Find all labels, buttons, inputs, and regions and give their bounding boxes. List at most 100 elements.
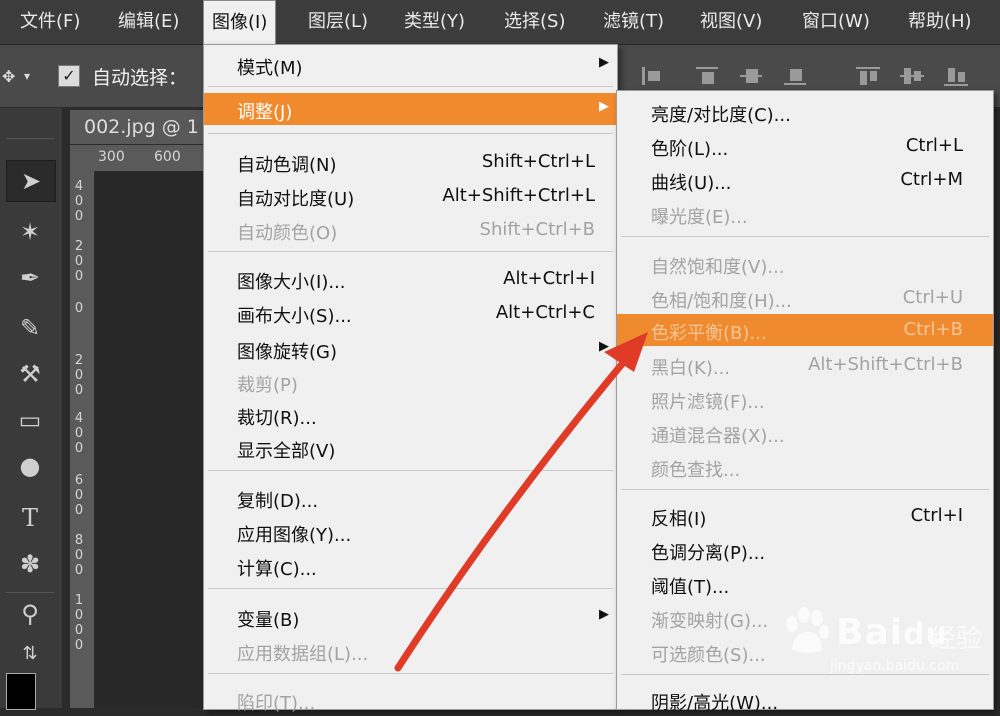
canvas-area[interactable]	[95, 171, 210, 708]
submenu-arrow-icon: ▶	[599, 339, 609, 354]
foreground-color-swatch[interactable]	[6, 673, 36, 710]
menu-view[interactable]: 视图(V)	[692, 0, 770, 44]
menu-item-label: 照片滤镜(F)...	[651, 392, 765, 413]
align-top-icon[interactable]	[856, 65, 880, 87]
menu-item-label: 模式(M)	[237, 58, 303, 79]
menu-divider	[208, 470, 613, 471]
align-vertical-center-icon[interactable]	[900, 65, 924, 87]
menu-item-label: 裁剪(P)	[237, 375, 298, 396]
baidu-paw-logo-icon	[786, 607, 829, 653]
distribute-center-icon[interactable]	[740, 65, 764, 87]
dodge-icon[interactable]: ●	[6, 446, 54, 486]
image-menu-mode[interactable]: 模式(M) ▶	[204, 49, 617, 81]
image-menu-apply-data-set: 应用数据组(L)...	[204, 635, 617, 667]
zoom-icon[interactable]: ⚲	[6, 594, 54, 634]
menu-item-label: 裁切(R)...	[237, 408, 317, 429]
baidu-watermark: Baidu 经验 jingyan.baidu.com	[770, 600, 990, 680]
magic-wand-icon[interactable]: ✶	[6, 212, 54, 252]
menu-item-label: 自动色调(N)	[237, 155, 337, 176]
ruler-tick-label: 0	[74, 383, 84, 398]
menu-item-shortcut: Ctrl+U	[902, 287, 963, 308]
chevron-down-icon[interactable]: ▾	[24, 69, 30, 83]
ruler-tick-label: 0	[74, 563, 84, 578]
submenu-arrow-icon: ▶	[599, 55, 609, 70]
image-menu-canvas-size[interactable]: 画布大小(S)... Alt+Ctrl+C	[204, 297, 617, 329]
menu-window[interactable]: 窗口(W)	[794, 0, 878, 44]
menu-type[interactable]: 类型(Y)	[396, 0, 473, 44]
menu-edit[interactable]: 编辑(E)	[110, 0, 187, 44]
adjust-color-lookup: 颜色查找...	[617, 451, 993, 483]
image-menu-calculations[interactable]: 计算(C)...	[204, 550, 617, 582]
ruler-tick-label: 2	[74, 353, 84, 368]
image-menu-image-size[interactable]: 图像大小(I)... Alt+Ctrl+I	[204, 263, 617, 295]
menu-item-shortcut: Ctrl+L	[905, 135, 963, 156]
image-menu-variables[interactable]: 变量(B) ▶	[204, 601, 617, 633]
adjust-brightness-contrast[interactable]: 亮度/对比度(C)...	[617, 96, 993, 128]
adjust-posterize[interactable]: 色调分离(P)...	[617, 534, 993, 566]
distribute-bottom-icon[interactable]	[784, 65, 808, 87]
align-bottom-icon[interactable]	[944, 65, 968, 87]
image-menu-adjustments[interactable]: 调整(J) ▶	[204, 93, 617, 125]
move-tool-icon[interactable]: ✥	[2, 67, 15, 86]
menu-item-label: 色彩平衡(B)...	[651, 323, 767, 344]
adjust-invert[interactable]: 反相(I) Ctrl+I	[617, 500, 993, 532]
auto-select-label: 自动选择：	[92, 67, 188, 89]
clone-stamp-icon[interactable]: ⚒	[6, 354, 54, 394]
menu-help[interactable]: 帮助(H)	[900, 0, 980, 44]
menu-item-shortcut: Alt+Ctrl+I	[503, 268, 595, 289]
image-menu-duplicate[interactable]: 复制(D)...	[204, 482, 617, 514]
menu-bar: 文件(F) 编辑(E) 图像(I) 图层(L) 类型(Y) 选择(S) 滤镜(T…	[0, 0, 1000, 45]
menu-item-label: 通道混合器(X)...	[651, 426, 785, 447]
ruler-tick-label: 0	[74, 301, 84, 316]
ruler-tick-label: 6	[74, 473, 84, 488]
shape-tool-icon[interactable]: ✽	[6, 544, 54, 584]
image-menu-apply-image[interactable]: 应用图像(Y)...	[204, 516, 617, 548]
menu-item-label: 复制(D)...	[237, 491, 319, 512]
adjust-black-white: 黑白(K)... Alt+Shift+Ctrl+B	[617, 349, 993, 381]
adjust-vibrance: 自然饱和度(V)...	[617, 248, 993, 280]
distribute-top-icon[interactable]	[696, 65, 720, 87]
ruler-tick-label: 4	[74, 411, 84, 426]
menu-select[interactable]: 选择(S)	[496, 0, 573, 44]
brush-icon[interactable]: ✎	[6, 308, 54, 348]
image-menu-auto-contrast[interactable]: 自动对比度(U) Alt+Shift+Ctrl+L	[204, 180, 617, 212]
ruler-tick-label: 0	[74, 194, 84, 209]
menu-item-label: 自动对比度(U)	[237, 189, 355, 210]
image-menu-image-rotation[interactable]: 图像旋转(G) ▶	[204, 333, 617, 365]
menu-item-label: 自然饱和度(V)...	[651, 257, 785, 278]
menu-item-shortcut: Shift+Ctrl+L	[481, 151, 595, 172]
menu-filter[interactable]: 滤镜(T)	[595, 0, 672, 44]
document-tab[interactable]: 002.jpg @ 1	[70, 110, 210, 144]
adjust-threshold[interactable]: 阈值(T)...	[617, 568, 993, 600]
menu-item-label: 图像旋转(G)	[237, 342, 337, 363]
adjust-curves[interactable]: 曲线(U)... Ctrl+M	[617, 164, 993, 196]
type-tool-icon[interactable]: T	[6, 498, 54, 538]
menu-item-label: 曲线(U)...	[651, 173, 732, 194]
swap-colors-icon[interactable]: ⇅	[6, 634, 54, 674]
ruler-tick-label: 0	[74, 503, 84, 518]
gradient-icon[interactable]: ▭	[6, 400, 54, 440]
menu-image[interactable]: 图像(I)	[203, 0, 277, 44]
ruler-tick-label: 1	[74, 593, 84, 608]
menu-layer[interactable]: 图层(L)	[300, 0, 376, 44]
menu-divider	[208, 588, 613, 589]
menu-item-label: 调整(J)	[237, 102, 293, 123]
ruler-tick-label: 0	[74, 441, 84, 456]
align-left-edges-icon[interactable]	[640, 65, 664, 87]
adjust-exposure: 曝光度(E)...	[617, 198, 993, 230]
menu-item-shortcut: Ctrl+I	[910, 505, 963, 526]
menu-item-label: 自动颜色(O)	[237, 223, 338, 244]
adjust-shadows-highlights[interactable]: 阴影/高光(W)...	[617, 684, 993, 716]
menu-item-label: 应用图像(Y)...	[237, 525, 352, 546]
move-tool-icon[interactable]: ➤	[6, 160, 56, 202]
image-menu-auto-tone[interactable]: 自动色调(N) Shift+Ctrl+L	[204, 146, 617, 178]
image-menu-reveal-all[interactable]: 显示全部(V)	[204, 432, 617, 464]
adjust-color-balance[interactable]: 色彩平衡(B)... Ctrl+B	[617, 314, 993, 346]
adjust-photo-filter: 照片滤镜(F)...	[617, 383, 993, 415]
menu-divider	[621, 236, 989, 237]
eyedropper-icon[interactable]: ✒	[6, 258, 54, 298]
menu-file[interactable]: 文件(F)	[12, 0, 88, 44]
image-menu-trim[interactable]: 裁切(R)...	[204, 399, 617, 431]
auto-select-checkbox[interactable]: ✓	[58, 65, 80, 87]
adjust-levels[interactable]: 色阶(L)... Ctrl+L	[617, 130, 993, 162]
